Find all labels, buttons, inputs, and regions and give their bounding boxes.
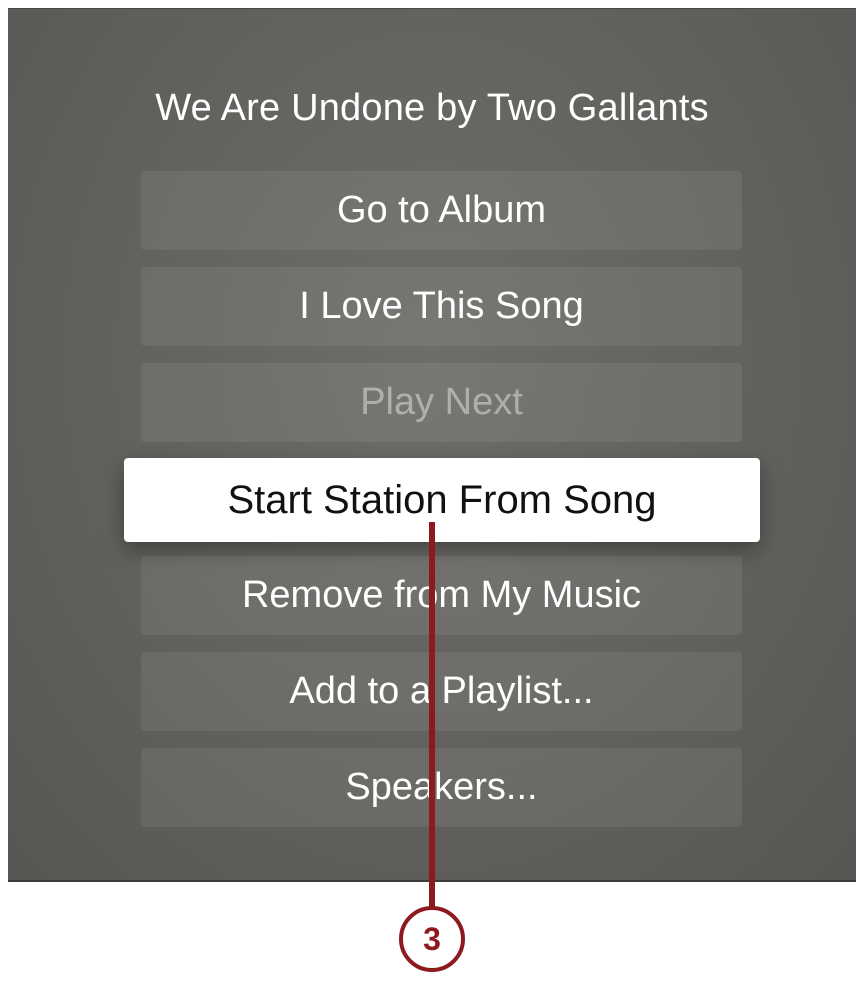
callout-number-badge: 3 <box>399 906 465 972</box>
play-next-button[interactable]: Play Next <box>141 363 742 442</box>
start-station-button[interactable]: Start Station From Song <box>124 458 760 542</box>
callout-line <box>429 522 435 911</box>
go-to-album-button[interactable]: Go to Album <box>141 171 742 250</box>
add-to-playlist-button[interactable]: Add to a Playlist... <box>141 652 742 731</box>
page: We Are Undone by Two Gallants Go to Albu… <box>0 0 859 1000</box>
song-title: We Are Undone by Two Gallants <box>155 87 709 129</box>
remove-from-music-button[interactable]: Remove from My Music <box>141 556 742 635</box>
love-song-button[interactable]: I Love This Song <box>141 267 742 346</box>
speakers-button[interactable]: Speakers... <box>141 748 742 827</box>
